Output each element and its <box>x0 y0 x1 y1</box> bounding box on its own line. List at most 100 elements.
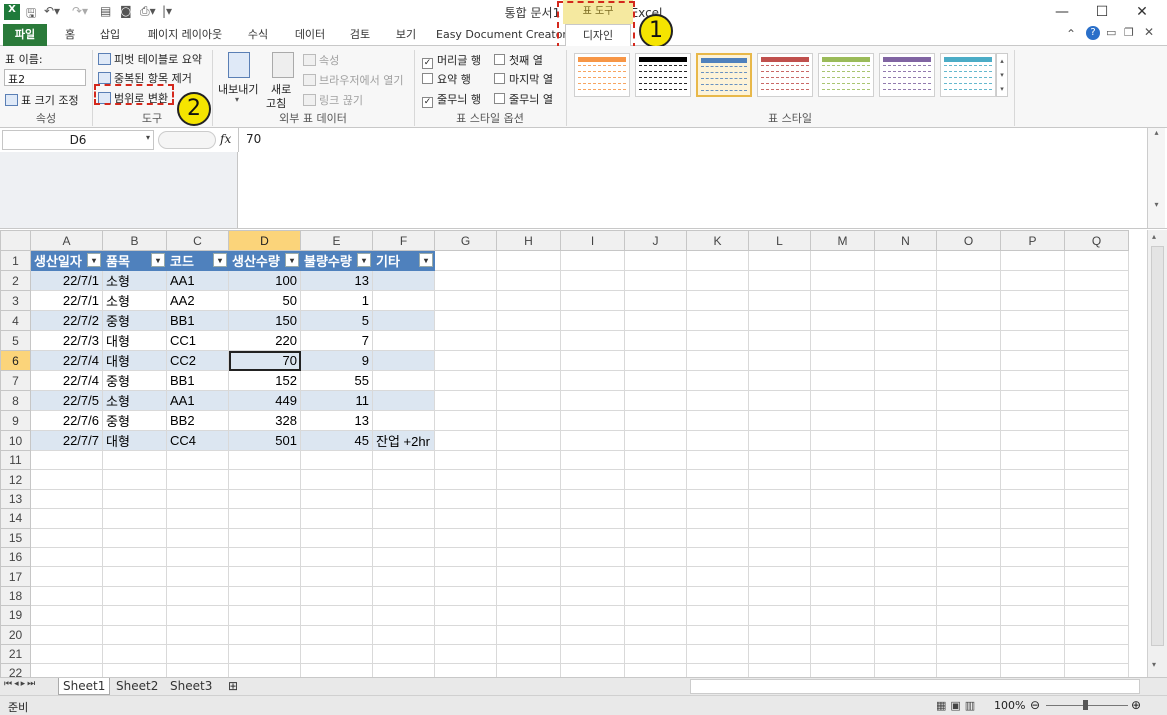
cell[interactable] <box>228 469 301 490</box>
cell[interactable] <box>810 527 875 548</box>
cell[interactable] <box>102 566 167 587</box>
table-cell[interactable] <box>372 290 435 311</box>
cell[interactable] <box>560 624 625 645</box>
cell[interactable] <box>810 370 875 391</box>
cell[interactable] <box>936 270 1001 291</box>
table-header-cell[interactable]: 품목 ▾ <box>102 250 167 271</box>
table-cell[interactable]: BB2 <box>166 410 229 431</box>
cell[interactable] <box>560 469 625 490</box>
cell[interactable] <box>874 310 937 331</box>
table-cell[interactable] <box>372 270 435 291</box>
cell[interactable] <box>874 430 937 451</box>
column-header[interactable]: O <box>936 230 1001 251</box>
cell[interactable] <box>166 663 229 677</box>
cell[interactable] <box>102 585 167 607</box>
cell[interactable] <box>166 566 229 587</box>
cell[interactable] <box>434 546 497 568</box>
cell[interactable] <box>874 469 937 490</box>
cell[interactable] <box>1064 663 1129 677</box>
table-cell[interactable]: 501 <box>228 430 301 451</box>
cell[interactable] <box>228 546 301 568</box>
cell[interactable] <box>372 566 435 587</box>
cell[interactable] <box>496 663 561 677</box>
doc-close-icon[interactable]: ✕ <box>1144 25 1154 39</box>
tab-home[interactable]: 홈 <box>55 24 85 46</box>
formula-scroll-icon[interactable]: ▴ ▾ <box>1147 128 1165 228</box>
cell[interactable] <box>496 449 561 471</box>
cell[interactable] <box>434 488 497 510</box>
cell[interactable] <box>166 469 229 490</box>
cell[interactable] <box>434 250 497 271</box>
table-cell[interactable]: 대형 <box>102 330 167 351</box>
tab-view[interactable]: 보기 <box>388 24 424 46</box>
table-cell[interactable]: 328 <box>228 410 301 431</box>
table-cell[interactable]: 소형 <box>102 390 167 411</box>
cell[interactable] <box>936 605 1001 626</box>
cell[interactable] <box>624 449 687 471</box>
row-header[interactable]: 3 <box>0 290 31 311</box>
cell[interactable] <box>1064 430 1129 451</box>
chevron-down-icon[interactable]: ▾ <box>146 133 150 142</box>
row-header[interactable]: 17 <box>0 566 31 587</box>
column-header[interactable]: G <box>434 230 497 251</box>
cell[interactable] <box>560 585 625 607</box>
table-cell[interactable]: 22/7/6 <box>30 410 103 431</box>
cell[interactable] <box>496 250 561 271</box>
cell[interactable] <box>748 546 811 568</box>
cell[interactable] <box>810 330 875 351</box>
column-header[interactable]: F <box>372 230 435 251</box>
cell[interactable] <box>228 449 301 471</box>
cell[interactable] <box>560 527 625 548</box>
cell[interactable] <box>434 350 497 371</box>
cell[interactable] <box>874 643 937 665</box>
cell[interactable] <box>748 527 811 548</box>
cell[interactable] <box>874 449 937 471</box>
cell[interactable] <box>1000 546 1065 568</box>
table-cell[interactable]: AA1 <box>166 270 229 291</box>
cell[interactable] <box>686 449 749 471</box>
cell[interactable] <box>748 663 811 677</box>
cell[interactable] <box>102 643 167 665</box>
cell[interactable] <box>560 566 625 587</box>
column-header[interactable]: J <box>624 230 687 251</box>
cell[interactable] <box>810 643 875 665</box>
filter-dropdown-icon[interactable]: ▾ <box>213 253 227 267</box>
table-style-swatch[interactable] <box>879 53 935 97</box>
cell[interactable] <box>434 410 497 431</box>
filter-dropdown-icon[interactable]: ▾ <box>151 253 165 267</box>
cell[interactable] <box>102 527 167 548</box>
cell[interactable] <box>624 566 687 587</box>
cell[interactable] <box>810 430 875 451</box>
cell[interactable] <box>1000 605 1065 626</box>
cell[interactable] <box>936 430 1001 451</box>
cell[interactable] <box>936 566 1001 587</box>
cell[interactable] <box>496 270 561 291</box>
cell[interactable] <box>1064 290 1129 311</box>
cell[interactable] <box>300 605 373 626</box>
cell[interactable] <box>496 430 561 451</box>
cell[interactable] <box>560 449 625 471</box>
table-cell[interactable]: 70 <box>228 350 301 371</box>
insert-sheet-icon[interactable]: ⊞ <box>224 678 242 695</box>
table-cell[interactable]: 100 <box>228 270 301 291</box>
filter-dropdown-icon[interactable]: ▾ <box>357 253 371 267</box>
name-box[interactable]: D6 <box>2 130 154 150</box>
cell[interactable] <box>810 663 875 677</box>
cell[interactable] <box>874 250 937 271</box>
cell[interactable] <box>300 624 373 645</box>
row-header[interactable]: 5 <box>0 330 31 351</box>
cell[interactable] <box>686 350 749 371</box>
cell[interactable] <box>624 370 687 391</box>
table-cell[interactable]: 150 <box>228 310 301 331</box>
column-header[interactable]: C <box>166 230 229 251</box>
table-cell[interactable]: 45 <box>300 430 373 451</box>
cell[interactable] <box>228 605 301 626</box>
cell[interactable] <box>686 527 749 548</box>
cell[interactable] <box>1000 663 1065 677</box>
cell[interactable] <box>300 488 373 510</box>
table-cell[interactable]: 13 <box>300 270 373 291</box>
cell[interactable] <box>434 585 497 607</box>
cell[interactable] <box>874 663 937 677</box>
cell[interactable] <box>874 566 937 587</box>
table-cell[interactable] <box>372 310 435 331</box>
